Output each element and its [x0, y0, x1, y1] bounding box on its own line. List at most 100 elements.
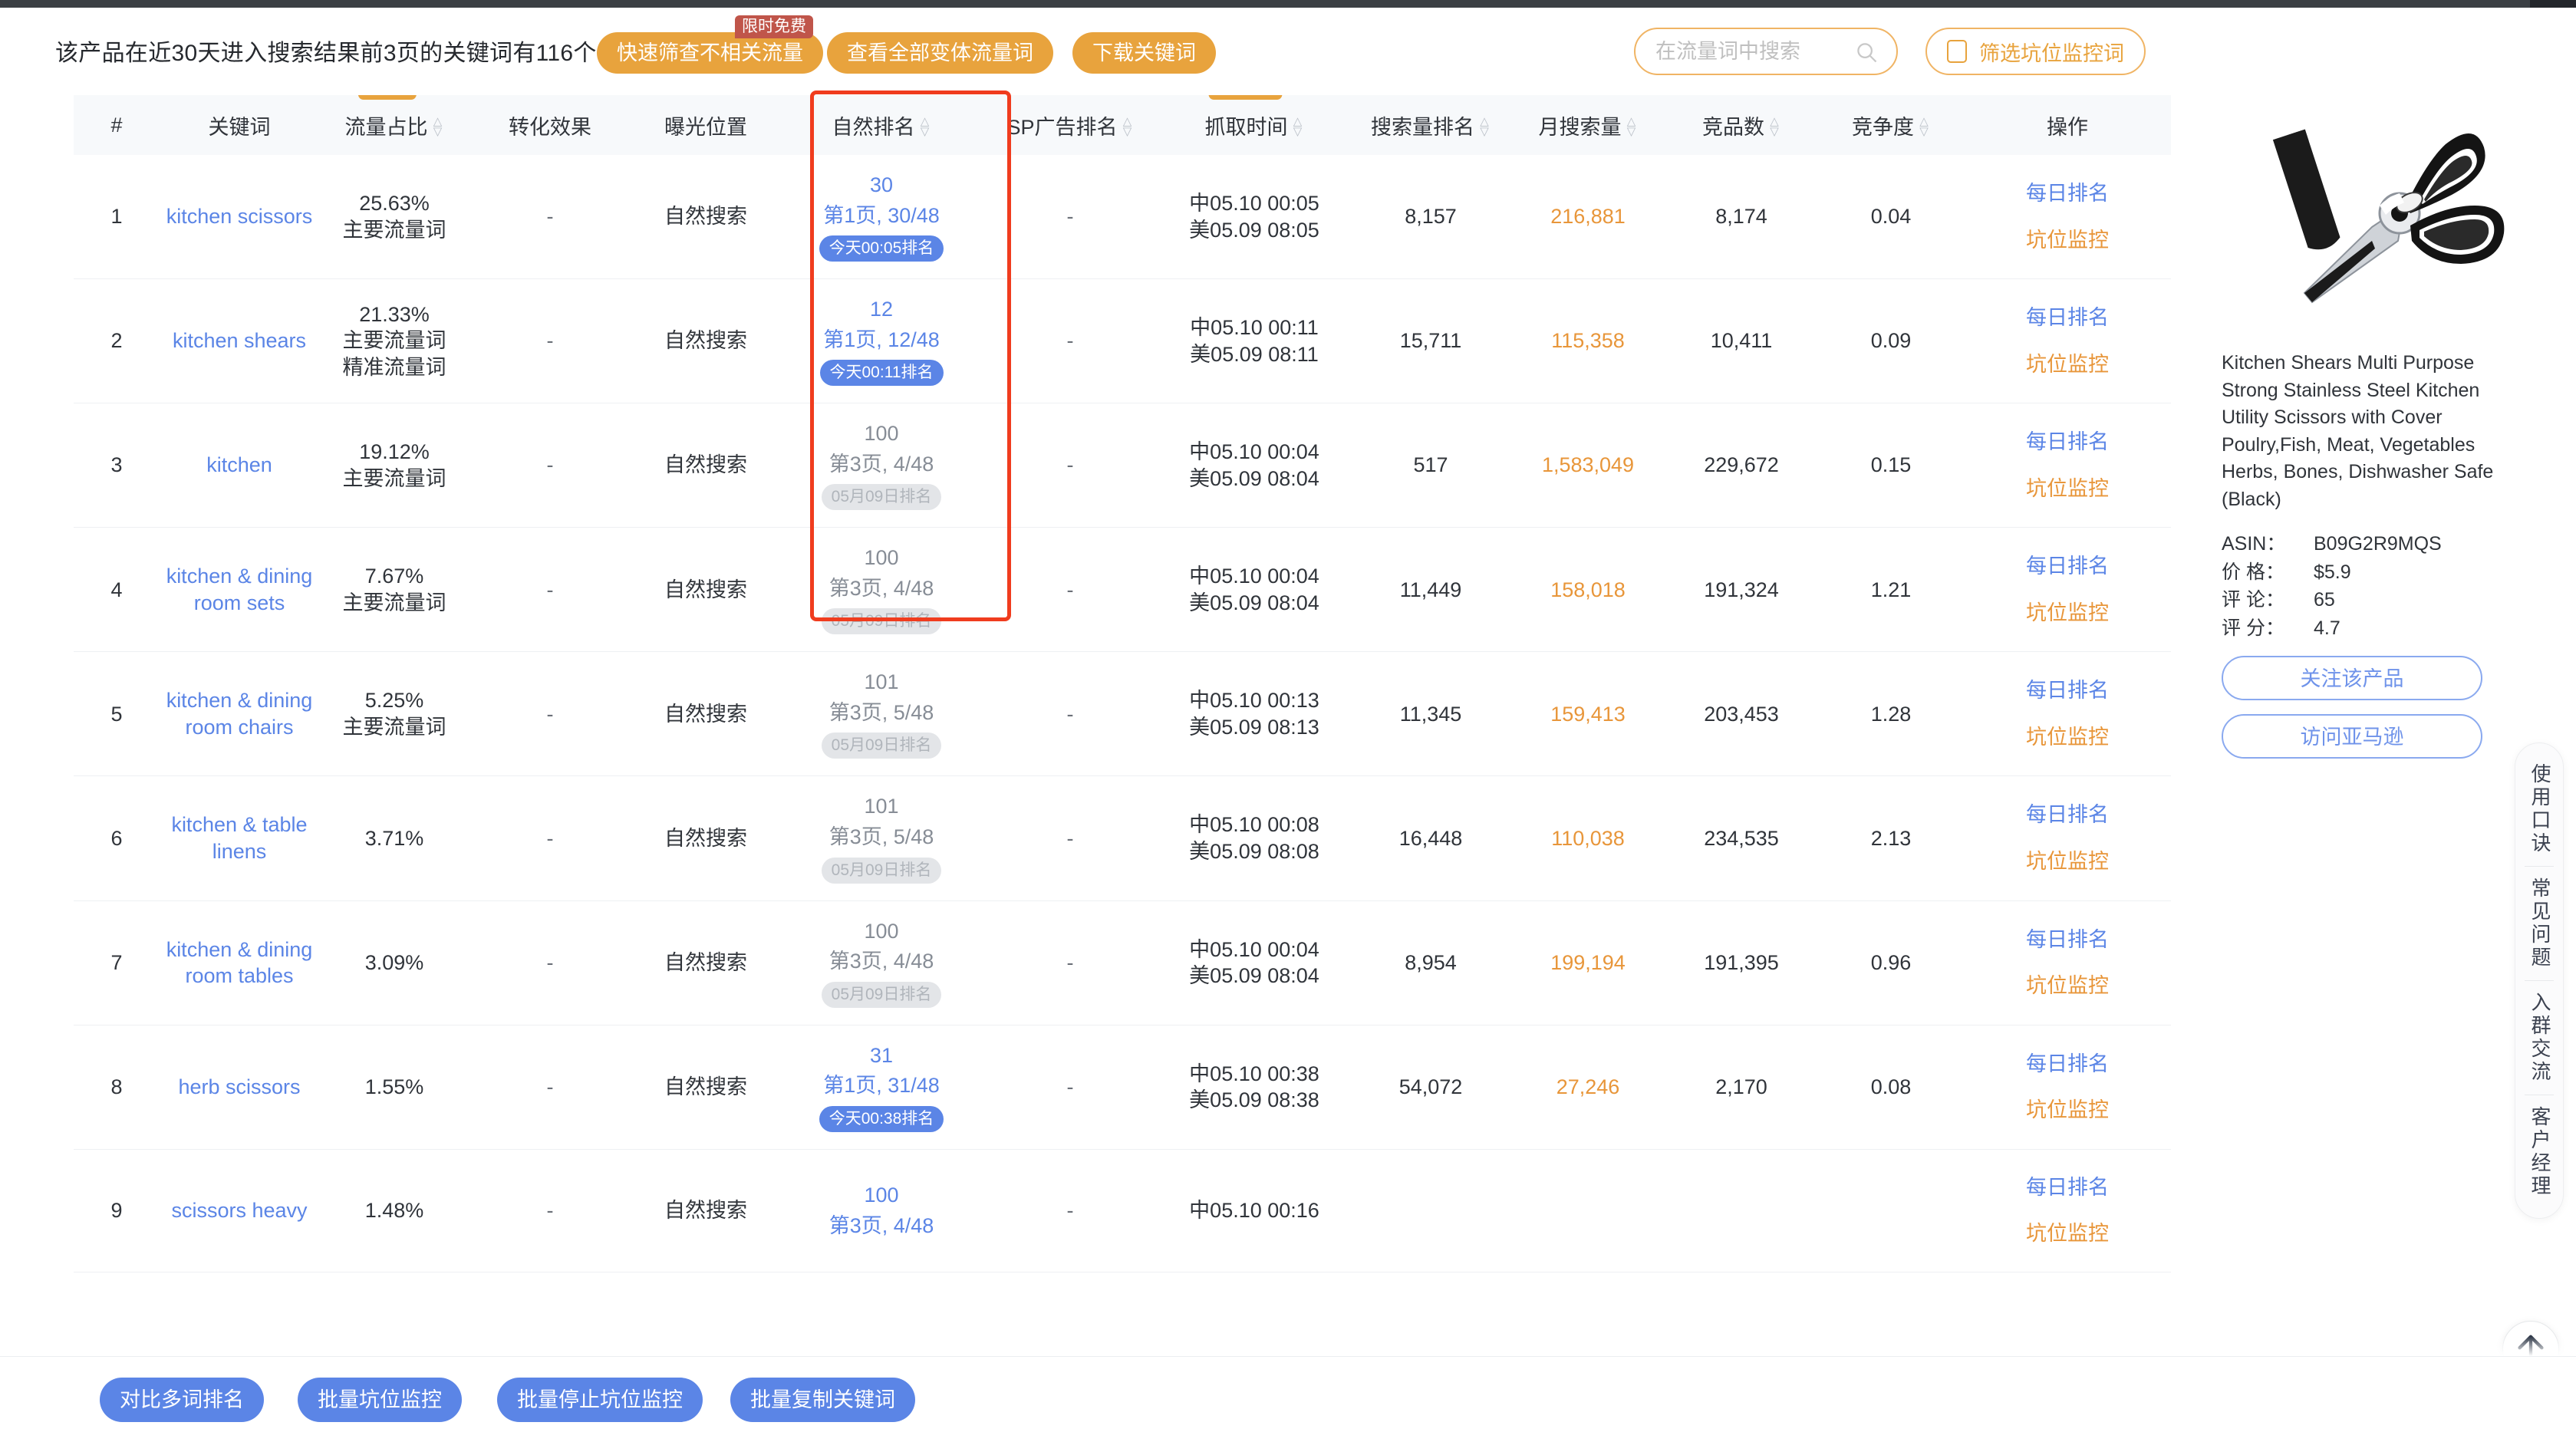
keyword-link[interactable]: herb scissors [163, 1074, 316, 1101]
actions-cell[interactable]: 每日排名 坑位监控 [1964, 651, 2171, 777]
daily-rank-link[interactable]: 每日排名 [1967, 677, 2168, 704]
natural-rank-cell[interactable]: 100 第3页, 4/48 05月09日排名 [781, 527, 982, 653]
natural-rank-block[interactable]: 101 第3页, 5/48 05月09日排名 [784, 669, 979, 759]
search-icon[interactable] [1855, 41, 1878, 64]
rail-item-join-group[interactable]: 入群交流 [2524, 981, 2555, 1095]
bulk-slot-monitor-button[interactable]: 批量坑位监控 [298, 1378, 462, 1422]
visit-amazon-button[interactable]: 访问亚马逊 [2222, 714, 2482, 759]
actions-cell[interactable]: 每日排名 坑位监控 [1964, 278, 2171, 404]
daily-rank-link[interactable]: 每日排名 [1967, 553, 2168, 580]
sort-toggle-icon[interactable]: △ ▽ [1626, 116, 1638, 137]
keyword-link[interactable]: scissors heavy [163, 1197, 316, 1224]
keyword-cell[interactable]: scissors heavy [160, 1149, 319, 1272]
natural-rank-block[interactable]: 30 第1页, 30/48 今天00:05排名 [784, 172, 979, 262]
bulk-copy-keywords-button[interactable]: 批量复制关键词 [730, 1378, 915, 1422]
keyword-cell[interactable]: kitchen & table linens [160, 775, 319, 901]
table-row[interactable]: 1 kitchen scissors 25.63% 主要流量词 - 自然搜索 30 第1页, … [74, 155, 2171, 280]
keyword-link[interactable]: kitchen & table linens [163, 812, 316, 864]
daily-rank-link[interactable]: 每日排名 [1967, 1051, 2168, 1078]
slot-monitor-link[interactable]: 坑位监控 [1967, 848, 2168, 875]
actions-cell[interactable]: 每日排名 坑位监控 [1964, 775, 2171, 901]
column-header-competitors[interactable]: 竞品数 △ ▽ [1665, 95, 1818, 155]
table-row[interactable]: 4 kitchen & dining room sets 7.67% 主要流量词 - 自然… [74, 527, 2171, 653]
actions-cell[interactable]: 每日排名 坑位监控 [1964, 527, 2171, 653]
daily-rank-link[interactable]: 每日排名 [1967, 305, 2168, 331]
actions-cell[interactable]: 每日排名 坑位监控 [1964, 900, 2171, 1026]
table-row[interactable]: 9 scissors heavy 1.48% - 自然搜索 100 第3页, 4/48 - 中0… [74, 1149, 2171, 1272]
slot-monitor-link[interactable]: 坑位监控 [1967, 1220, 2168, 1247]
actions-cell[interactable]: 每日排名 坑位监控 [1964, 1025, 2171, 1150]
keyword-cell[interactable]: herb scissors [160, 1025, 319, 1150]
sort-toggle-icon[interactable]: △ ▽ [1768, 116, 1780, 137]
keyword-link[interactable]: kitchen & dining room tables [163, 937, 316, 989]
table-row[interactable]: 2 kitchen shears 21.33% 主要流量词 精准流量词 - 自然搜索 12 第1… [74, 278, 2171, 404]
sort-toggle-icon[interactable]: △ ▽ [1122, 116, 1134, 137]
table-row[interactable]: 8 herb scissors 1.55% - 自然搜索 31 第1页, 31/48 今天00… [74, 1025, 2171, 1150]
natural-rank-block[interactable]: 101 第3页, 5/48 05月09日排名 [784, 793, 979, 884]
keyword-link[interactable]: kitchen & dining room chairs [163, 687, 316, 740]
filter-irrelevant-traffic-button[interactable]: 快速筛查不相关流量 [597, 32, 823, 74]
daily-rank-link[interactable]: 每日排名 [1967, 802, 2168, 828]
natural-rank-block[interactable]: 100 第3页, 4/48 05月09日排名 [784, 420, 979, 511]
column-header-volrank[interactable]: 搜索量排名 △ ▽ [1350, 95, 1511, 155]
table-row[interactable]: 3 kitchen 19.12% 主要流量词 - 自然搜索 100 第3页, 4/48 05月0… [74, 403, 2171, 528]
slot-monitor-link[interactable]: 坑位监控 [1967, 476, 2168, 502]
natural-rank-cell[interactable]: 30 第1页, 30/48 今天00:05排名 [781, 155, 982, 280]
natural-rank-block[interactable]: 12 第1页, 12/48 今天00:11排名 [784, 296, 979, 387]
slot-monitor-link[interactable]: 坑位监控 [1967, 1097, 2168, 1124]
search-input[interactable] [1654, 29, 1846, 74]
actions-cell[interactable]: 每日排名 坑位监控 [1964, 403, 2171, 528]
sort-toggle-icon[interactable]: △ ▽ [919, 116, 931, 137]
keyword-link[interactable]: kitchen shears [163, 328, 316, 354]
sort-toggle-icon[interactable]: △ ▽ [432, 116, 444, 137]
natural-rank-block[interactable]: 100 第3页, 4/48 05月09日排名 [784, 918, 979, 1008]
natural-rank-cell[interactable]: 31 第1页, 31/48 今天00:38排名 [781, 1025, 982, 1150]
sort-toggle-icon[interactable]: △ ▽ [1292, 116, 1304, 137]
natural-rank-block[interactable]: 100 第3页, 4/48 [784, 1182, 979, 1239]
rail-item-faq[interactable]: 常见问题 [2524, 867, 2555, 980]
rail-item-usage-tips[interactable]: 使用口诀 [2524, 752, 2555, 866]
sort-toggle-icon[interactable]: △ ▽ [1478, 116, 1491, 137]
bulk-stop-slot-monitor-button[interactable]: 批量停止坑位监控 [497, 1378, 703, 1422]
follow-product-button[interactable]: 关注该产品 [2222, 656, 2482, 700]
natural-rank-cell[interactable]: 100 第3页, 4/48 05月09日排名 [781, 403, 982, 528]
keyword-link[interactable]: kitchen scissors [163, 203, 316, 230]
sort-toggle-icon[interactable]: △ ▽ [1918, 116, 1930, 137]
daily-rank-link[interactable]: 每日排名 [1967, 927, 2168, 953]
column-header-natrank[interactable]: 自然排名 △ ▽ [781, 95, 982, 155]
daily-rank-link[interactable]: 每日排名 [1967, 180, 2168, 207]
actions-cell[interactable]: 每日排名 坑位监控 [1964, 1149, 2171, 1272]
keyword-cell[interactable]: kitchen shears [160, 278, 319, 404]
slot-monitor-link[interactable]: 坑位监控 [1967, 724, 2168, 751]
natural-rank-cell[interactable]: 100 第3页, 4/48 [781, 1149, 982, 1272]
column-header-share[interactable]: 测试版流量占比△▽ [319, 95, 469, 155]
keyword-cell[interactable]: kitchen & dining room chairs [160, 651, 319, 777]
rail-item-account-manager[interactable]: 客户经理 [2524, 1095, 2555, 1209]
daily-rank-link[interactable]: 每日排名 [1967, 429, 2168, 456]
keyword-cell[interactable]: kitchen scissors [160, 155, 319, 280]
checkbox-icon[interactable] [1947, 40, 1967, 63]
daily-rank-link[interactable]: 每日排名 [1967, 1174, 2168, 1201]
actions-cell[interactable]: 每日排名 坑位监控 [1964, 155, 2171, 280]
slot-monitor-link[interactable]: 坑位监控 [1967, 600, 2168, 627]
keyword-cell[interactable]: kitchen & dining room sets [160, 527, 319, 653]
natural-rank-cell[interactable]: 101 第3页, 5/48 05月09日排名 [781, 775, 982, 901]
natural-rank-cell[interactable]: 12 第1页, 12/48 今天00:11排名 [781, 278, 982, 404]
keyword-cell[interactable]: kitchen [160, 403, 319, 528]
filter-monitored-keywords-toggle[interactable]: 筛选坑位监控词 [1925, 28, 2146, 75]
view-all-variant-traffic-button[interactable]: 查看全部变体流量词 [827, 32, 1053, 74]
natural-rank-cell[interactable]: 101 第3页, 5/48 05月09日排名 [781, 651, 982, 777]
table-row[interactable]: 5 kitchen & dining room chairs 5.25% 主要流量词 -… [74, 651, 2171, 777]
slot-monitor-link[interactable]: 坑位监控 [1967, 227, 2168, 254]
keywords-table-container[interactable]: #关键词测试版流量占比△▽转化效果曝光位置自然排名△▽SP广告排名△▽每天更新抓… [74, 95, 2171, 1315]
table-row[interactable]: 6 kitchen & table linens 3.71% - 自然搜索 101 第3页,… [74, 775, 2171, 901]
keyword-cell[interactable]: kitchen & dining room tables [160, 900, 319, 1026]
download-keywords-button[interactable]: 下载关键词 [1072, 32, 1216, 74]
natural-rank-block[interactable]: 31 第1页, 31/48 今天00:38排名 [784, 1042, 979, 1132]
compare-multi-keyword-rank-button[interactable]: 对比多词排名 [100, 1378, 264, 1422]
column-header-fetchtime[interactable]: 每天更新抓取时间△▽ [1158, 95, 1350, 155]
natural-rank-cell[interactable]: 100 第3页, 4/48 05月09日排名 [781, 900, 982, 1026]
table-row[interactable]: 7 kitchen & dining room tables 3.09% - 自然搜索 1… [74, 900, 2171, 1026]
column-header-sprank[interactable]: SP广告排名 △ ▽ [982, 95, 1158, 155]
natural-rank-block[interactable]: 100 第3页, 4/48 05月09日排名 [784, 545, 979, 635]
